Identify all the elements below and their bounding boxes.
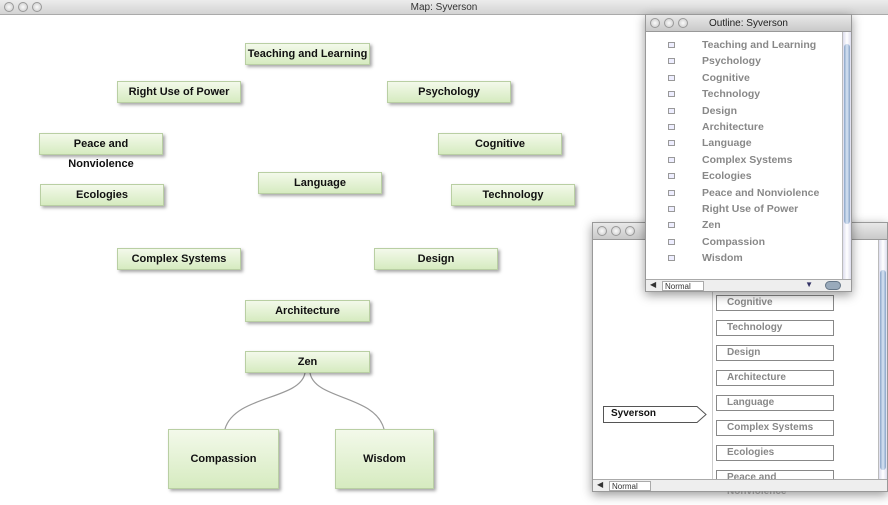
note-icon[interactable] [668,58,675,65]
outline-item-label: Psychology [702,55,761,68]
note-icon[interactable] [668,107,675,114]
close-button[interactable] [650,18,660,28]
stamp-icon[interactable]: ▼ [805,280,813,289]
browser-scrollbar[interactable] [878,240,887,479]
link-zen-wisdom [309,372,385,430]
note-icon[interactable] [668,124,675,130]
outline-item[interactable]: Right Use of Power [646,202,842,218]
note-icon[interactable] [668,91,675,98]
back-arrow-icon[interactable]: ◀ [650,280,656,289]
outline-item[interactable]: Language [646,136,842,152]
map-node[interactable]: Cognitive [438,133,562,155]
map-node[interactable]: Architecture [245,300,370,322]
browser-item[interactable]: Design [716,345,834,361]
outline-item-label: Wisdom [702,252,743,265]
map-node[interactable]: Compassion [168,429,279,489]
outline-item-label: Cognitive [702,71,750,84]
browser-item[interactable]: Cognitive [716,295,834,311]
outline-window: Outline: Syverson Teaching and Learning P… [645,14,852,292]
note-icon[interactable] [668,74,675,81]
map-node[interactable]: Complex Systems [117,248,241,270]
map-node[interactable]: Technology [451,184,575,206]
outline-scrollbar[interactable] [842,32,851,279]
browser-item[interactable]: Technology [716,320,834,336]
style-select[interactable]: Normal [609,481,651,491]
browser-root-item[interactable]: Syverson [603,406,707,423]
back-arrow-icon[interactable]: ◀ [597,480,603,489]
style-select[interactable]: Normal [662,281,704,291]
outline-title: Outline: Syverson [709,18,788,29]
outline-titlebar: Outline: Syverson [646,15,851,32]
map-node[interactable]: Design [374,248,498,270]
map-node[interactable]: Zen [245,351,370,373]
outline-item-label: Technology [702,88,761,101]
outline-item-label: Compassion [702,235,766,248]
outline-item-label: Architecture [702,121,764,133]
map-node[interactable]: Ecologies [40,184,164,206]
outline-item[interactable]: Zen [646,218,842,234]
note-icon[interactable] [668,42,675,48]
outline-item[interactable]: Design [646,104,842,120]
outline-item-label: Ecologies [702,170,752,183]
outline-item-label: Language [702,137,752,150]
minimize-button[interactable] [664,18,674,28]
outline-item[interactable]: Technology [646,87,842,103]
outline-item[interactable]: Teaching and Learning [646,38,842,54]
browser-item[interactable]: Ecologies [716,445,834,461]
outline-item[interactable]: Compassion [646,235,842,251]
note-icon[interactable] [668,255,675,262]
note-icon[interactable] [668,238,675,245]
note-icon[interactable] [668,189,675,196]
map-node[interactable]: Wisdom [335,429,434,489]
note-icon[interactable] [668,206,675,212]
browser-item[interactable]: Architecture [716,370,834,386]
map-node[interactable]: Language [258,172,382,194]
browser-item[interactable]: Complex Systems [716,420,834,436]
outline-item[interactable]: Ecologies [646,169,842,185]
close-button[interactable] [597,226,607,236]
map-node[interactable]: Psychology [387,81,511,103]
outline-item-label: Zen [702,219,721,232]
outline-item-label: Right Use of Power [702,203,799,215]
link-zen-compassion [224,372,306,430]
browser-item[interactable]: Language [716,395,834,411]
map-node[interactable]: Right Use of Power [117,81,241,103]
outline-item[interactable]: Architecture [646,120,842,136]
outline-item[interactable]: Peace and Nonviolence [646,186,842,202]
zoom-slider[interactable] [825,281,841,290]
outline-item-label: Design [702,104,738,117]
note-icon[interactable] [668,156,675,163]
map-node[interactable]: Peace and Nonviolence [39,133,163,170]
note-icon[interactable] [668,140,675,147]
outline-item-label: Teaching and Learning [702,39,817,51]
outline-item[interactable]: Complex Systems [646,153,842,169]
zoom-button[interactable] [678,18,688,28]
zoom-button[interactable] [625,226,635,236]
note-icon[interactable] [668,173,675,180]
minimize-button[interactable] [611,226,621,236]
note-icon[interactable] [668,222,675,229]
outline-item-label: Complex Systems [702,153,793,166]
outline-item[interactable]: Wisdom [646,251,842,267]
outline-item-label: Peace and Nonviolence [702,186,820,199]
map-node[interactable]: Teaching and Learning [245,43,370,65]
outline-item[interactable]: Psychology [646,54,842,70]
outline-item[interactable]: Cognitive [646,71,842,87]
browser-footer: ◀ Normal [593,479,887,491]
outline-footer: ◀ Normal ▼ [646,279,851,291]
